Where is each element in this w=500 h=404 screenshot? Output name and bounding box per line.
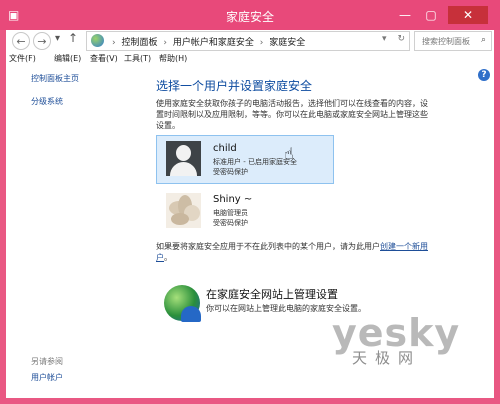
sidebar-item-ratings[interactable]: 分级系统 — [31, 96, 63, 107]
user-name-child: child — [213, 143, 237, 154]
breadcrumb-separator: › — [259, 38, 264, 48]
breadcrumb-separator: › — [112, 38, 116, 48]
watermark-subtitle: 天极网 — [352, 349, 422, 367]
breadcrumb-separator: › — [163, 38, 167, 48]
refresh-icon[interactable]: ↻ — [397, 34, 405, 44]
back-button[interactable]: ← — [12, 32, 30, 50]
menu-file[interactable]: 文件(F) — [9, 53, 36, 64]
maximize-button[interactable]: ▢ — [419, 6, 443, 24]
sidebar-item-user-accounts[interactable]: 用户帐户 — [31, 372, 63, 383]
title-bar: ▣ 家庭安全 — ▢ ✕ — [0, 0, 500, 30]
mouse-pointer-icon: ☝ — [284, 144, 294, 163]
window: ▣ 家庭安全 — ▢ ✕ ← → ▾ ↑ › 控制面板 › 用户帐户和家庭安全 … — [0, 0, 500, 404]
menu-edit[interactable]: 编辑(E) — [54, 53, 81, 64]
menu-help[interactable]: 帮助(H) — [159, 53, 187, 64]
user-status-shiny: 受密码保护 — [213, 219, 248, 227]
users-icon — [181, 306, 201, 322]
add-user-note-end: 。 — [164, 253, 172, 262]
user-role-shiny: 电脑管理员 — [213, 209, 248, 217]
breadcrumb-user-accounts[interactable]: 用户帐户和家庭安全 — [173, 38, 254, 48]
user-silhouette-head — [176, 145, 191, 161]
manage-on-website-link[interactable]: 在家庭安全网站上管理设置 — [206, 286, 338, 302]
minimize-button[interactable]: — — [393, 6, 417, 24]
menu-bar: 文件(F) 编辑(E) 查看(V) 工具(T) 帮助(H) — [6, 52, 494, 67]
forward-button[interactable]: → — [33, 32, 51, 50]
search-input[interactable]: 搜索控制面板 — [422, 36, 470, 47]
navigation-bar: ← → ▾ ↑ › 控制面板 › 用户帐户和家庭安全 › 家庭安全 ▾ ↻ 搜索… — [6, 30, 494, 52]
breadcrumb-control-panel[interactable]: 控制面板 — [121, 38, 157, 48]
page-description: 使用家庭安全获取你孩子的电脑活动报告，选择他们可以在线查看的内容，设置时间限制以… — [156, 99, 428, 130]
breadcrumb: › 控制面板 › 用户帐户和家庭安全 › 家庭安全 — [109, 35, 305, 48]
see-also-label: 另请参阅 — [31, 357, 63, 366]
user-avatar-child — [166, 141, 201, 176]
breadcrumb-family-safety[interactable]: 家庭安全 — [269, 38, 305, 48]
add-user-note: 如果要将家庭安全应用于不在此列表中的某个用户，请为此用户创建一个新用户。 — [156, 241, 434, 263]
address-controls: ▾ ↻ — [382, 34, 405, 44]
content-pane: ? 控制面板主页 分级系统 另请参阅 用户帐户 选择一个用户并设置家庭安全 使用… — [6, 67, 494, 398]
search-box[interactable]: 搜索控制面板 ⌕ — [414, 31, 492, 51]
page-title: 选择一个用户并设置家庭安全 — [156, 79, 313, 93]
recent-pages-dropdown[interactable]: ▾ — [55, 33, 60, 44]
user-avatar-shiny[interactable] — [166, 193, 201, 228]
user-name-shiny[interactable]: Shiny ~ — [213, 194, 252, 205]
address-dropdown-icon[interactable]: ▾ — [382, 34, 387, 44]
menu-view[interactable]: 查看(V) — [90, 53, 118, 64]
add-user-note-text: 如果要将家庭安全应用于不在此列表中的某个用户，请为此用户 — [156, 242, 380, 251]
address-bar[interactable]: › 控制面板 › 用户帐户和家庭安全 › 家庭安全 ▾ ↻ — [86, 31, 410, 51]
yesky-watermark: yesky 天极网 — [332, 311, 482, 367]
user-status-child: 受密码保护 — [213, 168, 248, 176]
search-icon[interactable]: ⌕ — [481, 35, 486, 45]
help-icon[interactable]: ? — [478, 69, 490, 81]
close-button[interactable]: ✕ — [448, 6, 488, 24]
user-silhouette-body — [170, 162, 197, 176]
up-button[interactable]: ↑ — [68, 31, 78, 45]
control-panel-icon — [91, 34, 104, 47]
sidebar-item-control-panel-home[interactable]: 控制面板主页 — [31, 73, 79, 84]
menu-tools[interactable]: 工具(T) — [124, 53, 151, 64]
